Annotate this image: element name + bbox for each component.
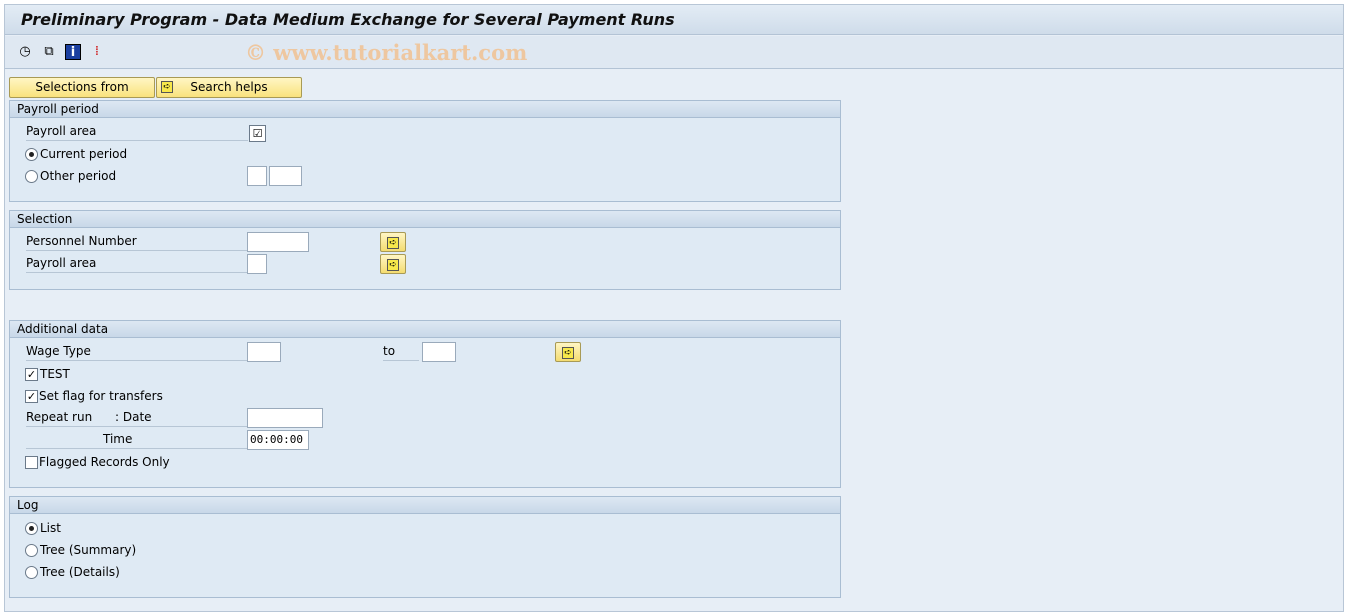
wage-type-label: Wage Type xyxy=(26,341,248,361)
wage-type-to-input[interactable] xyxy=(422,342,456,362)
tree-summary-label: Tree (Summary) xyxy=(40,543,137,557)
payroll-area-label: Payroll area xyxy=(26,121,248,141)
selections-from-label: Selections from xyxy=(35,80,129,94)
group-title: Payroll period xyxy=(10,101,840,118)
page-title: Preliminary Program - Data Medium Exchan… xyxy=(21,10,675,29)
other-period-radio[interactable] xyxy=(25,170,38,183)
tree-summary-radio[interactable] xyxy=(25,544,38,557)
current-period-label: Current period xyxy=(40,147,128,161)
sap-window: Preliminary Program - Data Medium Exchan… xyxy=(4,4,1344,612)
selections-from-button[interactable]: Selections from xyxy=(9,77,155,98)
test-label: TEST xyxy=(40,367,70,381)
arrow-right-icon: ➪ xyxy=(562,347,574,359)
personnel-number-label: Personnel Number xyxy=(26,231,248,251)
title-bar: Preliminary Program - Data Medium Exchan… xyxy=(5,5,1343,35)
payroll-period-group: Payroll period Payroll area ☑ Current pe… xyxy=(9,100,841,202)
to-label: to xyxy=(383,341,419,361)
payroll-area-input[interactable] xyxy=(247,254,267,274)
repeat-run-text: Repeat run xyxy=(26,410,93,424)
payroll-area-multiple-selection-button[interactable]: ➪ xyxy=(380,254,406,274)
log-group: Log List Tree (Summary) Tree (Details) xyxy=(9,496,841,598)
arrow-right-icon: ➪ xyxy=(387,259,399,271)
application-toolbar: ◷ ⧉ i ⁞ © www.tutorialkart.com xyxy=(5,36,1343,69)
tree-details-radio[interactable] xyxy=(25,566,38,579)
repeat-run-date-input[interactable] xyxy=(247,408,323,428)
time-label: Time xyxy=(26,429,248,449)
tree-details-label: Tree (Details) xyxy=(40,565,120,579)
repeat-run-time-input[interactable]: 00:00:00 xyxy=(247,430,309,450)
arrow-right-icon: ➪ xyxy=(387,237,399,249)
arrow-right-icon: ➪ xyxy=(161,81,173,93)
selection-group: Selection Personnel Number ➪ Payroll are… xyxy=(9,210,841,290)
test-checkbox[interactable]: ✓ xyxy=(25,368,38,381)
period-input[interactable] xyxy=(247,166,267,186)
list-radio[interactable] xyxy=(25,522,38,535)
get-variant-icon[interactable]: ⧉ xyxy=(41,44,57,60)
date-text: : Date xyxy=(115,410,152,424)
flagged-records-checkbox[interactable] xyxy=(25,456,38,469)
wage-type-multiple-selection-button[interactable]: ➪ xyxy=(555,342,581,362)
payroll-area-checkbox[interactable]: ☑ xyxy=(249,125,266,142)
set-flag-checkbox[interactable]: ✓ xyxy=(25,390,38,403)
selection-options-icon[interactable]: ⁞ xyxy=(89,44,105,60)
other-period-label: Other period xyxy=(40,169,117,183)
personnel-number-multiple-selection-button[interactable]: ➪ xyxy=(380,232,406,252)
group-title: Log xyxy=(10,497,840,514)
group-title: Additional data xyxy=(10,321,840,338)
flagged-records-label: Flagged Records Only xyxy=(39,455,170,469)
info-icon[interactable]: i xyxy=(65,44,81,60)
year-input[interactable] xyxy=(269,166,302,186)
set-flag-label: Set flag for transfers xyxy=(39,389,163,403)
repeat-run-label: Repeat run : Date xyxy=(26,407,248,427)
wage-type-from-input[interactable] xyxy=(247,342,281,362)
group-title: Selection xyxy=(10,211,840,228)
execute-icon[interactable]: ◷ xyxy=(17,44,33,60)
list-label: List xyxy=(40,521,61,535)
search-helps-label: Search helps xyxy=(190,80,268,94)
additional-data-group: Additional data Wage Type to ➪ ✓ TEST ✓ … xyxy=(9,320,841,488)
payroll-area-label: Payroll area xyxy=(26,253,248,273)
watermark: © www.tutorialkart.com xyxy=(245,40,528,65)
current-period-radio[interactable] xyxy=(25,148,38,161)
search-helps-button[interactable]: ➪ Search helps xyxy=(156,77,302,98)
personnel-number-input[interactable] xyxy=(247,232,309,252)
